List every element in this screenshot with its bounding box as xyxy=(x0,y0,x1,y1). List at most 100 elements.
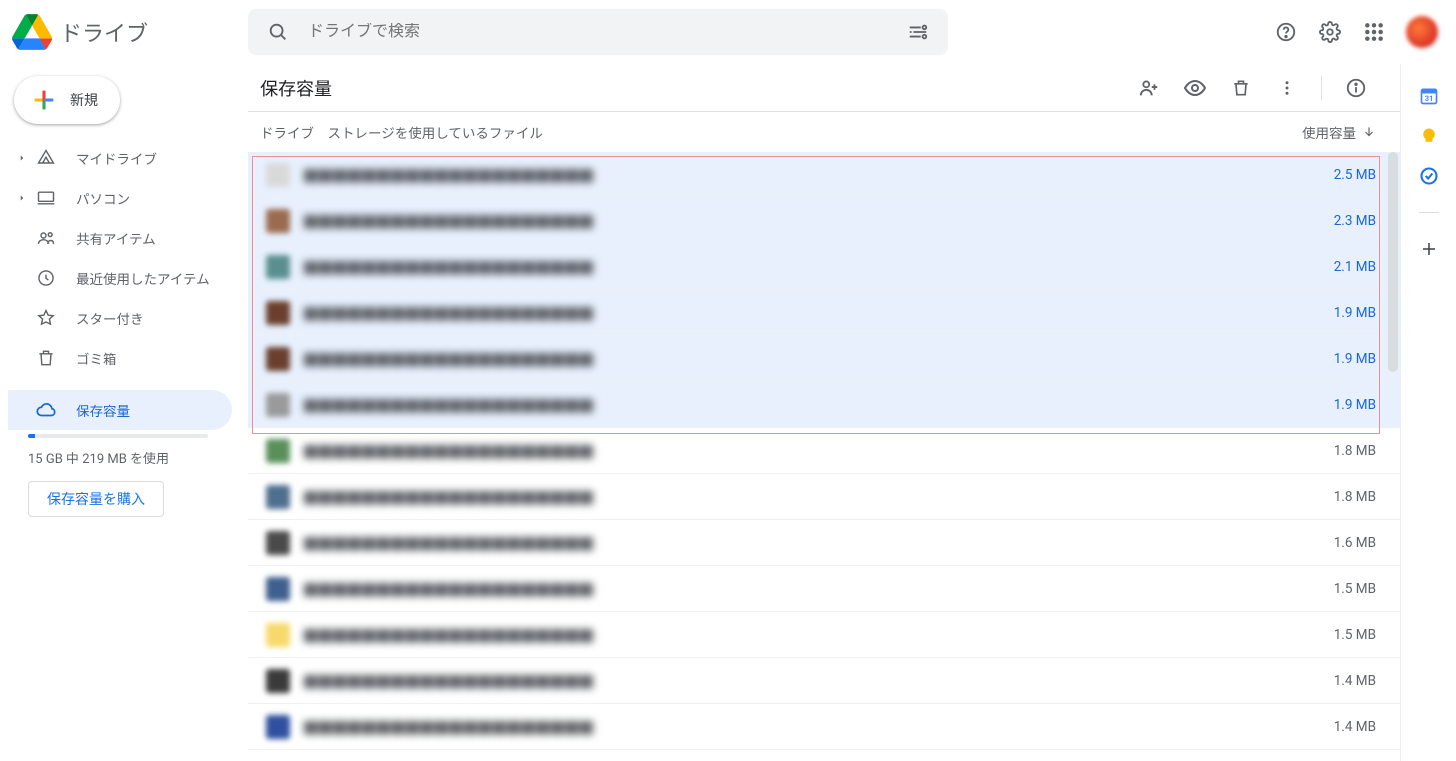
search-options-icon[interactable] xyxy=(898,12,938,52)
help-icon[interactable] xyxy=(1266,12,1306,52)
svg-text:31: 31 xyxy=(1424,94,1433,103)
storage-progress xyxy=(28,434,208,438)
mydrive-icon xyxy=(32,148,60,168)
file-name: ████████████████████ xyxy=(304,211,1246,231)
action-icons xyxy=(1129,68,1376,108)
file-row[interactable]: ████████████████████1.9 MB xyxy=(248,290,1400,336)
side-divider xyxy=(1419,212,1439,213)
file-row[interactable]: ████████████████████1.4 MB xyxy=(248,658,1400,704)
sidebar-item-label: 最近使用したアイテム xyxy=(76,268,210,288)
file-name: ████████████████████ xyxy=(304,533,1246,553)
search-input[interactable] xyxy=(308,23,888,41)
sidebar-item-label: 保存容量 xyxy=(76,400,130,420)
new-button[interactable]: 新規 xyxy=(14,76,120,124)
file-name: ████████████████████ xyxy=(304,395,1246,415)
computer-icon xyxy=(32,188,60,208)
search-icon[interactable] xyxy=(258,12,298,52)
file-thumbnail xyxy=(266,347,290,371)
header-right xyxy=(1266,12,1448,52)
sidebar-item-computer[interactable]: パソコン xyxy=(8,178,232,218)
file-row[interactable]: ████████████████████1.8 MB xyxy=(248,428,1400,474)
keep-app-icon[interactable] xyxy=(1419,126,1439,146)
file-size: 1.9 MB xyxy=(1246,397,1376,413)
add-app-icon[interactable] xyxy=(1419,239,1439,259)
file-thumbnail xyxy=(266,439,290,463)
file-name: ████████████████████ xyxy=(304,303,1246,323)
file-name: ████████████████████ xyxy=(304,441,1246,461)
file-row[interactable]: ████████████████████1.9 MB xyxy=(248,382,1400,428)
file-row[interactable]: ████████████████████2.3 MB xyxy=(248,198,1400,244)
scrollbar[interactable] xyxy=(1386,152,1400,752)
delete-icon[interactable] xyxy=(1221,68,1261,108)
file-row[interactable]: ████████████████████1.6 MB xyxy=(248,520,1400,566)
file-thumbnail xyxy=(266,531,290,555)
file-size: 2.1 MB xyxy=(1246,259,1376,275)
file-size: 2.3 MB xyxy=(1246,213,1376,229)
shared-icon xyxy=(32,228,60,248)
more-vert-icon[interactable] xyxy=(1267,68,1307,108)
brand[interactable]: ドライブ xyxy=(12,12,248,52)
col-size[interactable]: 使用容量 xyxy=(1246,122,1376,142)
main: 保存容量 ドライブ ストレージを使用しているファイル 使用容量 ████████… xyxy=(248,64,1400,761)
file-row[interactable]: ████████████████████2.1 MB xyxy=(248,244,1400,290)
info-icon[interactable] xyxy=(1336,68,1376,108)
trash-icon xyxy=(32,348,60,368)
file-thumbnail xyxy=(266,301,290,325)
search xyxy=(248,9,948,55)
recent-icon xyxy=(32,268,60,288)
sidebar-item-star[interactable]: スター付き xyxy=(8,298,232,338)
avatar[interactable] xyxy=(1406,16,1438,48)
star-icon xyxy=(32,308,60,328)
apps-grid-icon[interactable] xyxy=(1354,12,1394,52)
buy-storage-button[interactable]: 保存容量を購入 xyxy=(28,481,164,517)
section-head: 保存容量 xyxy=(248,64,1400,112)
new-button-label: 新規 xyxy=(70,90,98,110)
file-size: 1.5 MB xyxy=(1246,581,1376,597)
arrow-down-icon xyxy=(1362,125,1376,139)
file-thumbnail xyxy=(266,255,290,279)
sidebar-item-recent[interactable]: 最近使用したアイテム xyxy=(8,258,232,298)
storage-text: 15 GB 中 219 MB を使用 xyxy=(28,448,240,467)
settings-icon[interactable] xyxy=(1310,12,1350,52)
file-row[interactable]: ████████████████████1.9 MB xyxy=(248,336,1400,382)
file-row[interactable]: ████████████████████1.4 MB xyxy=(248,704,1400,750)
sidebar-item-trash[interactable]: ゴミ箱 xyxy=(8,338,232,378)
file-size: 2.5 MB xyxy=(1246,167,1376,183)
file-thumbnail xyxy=(266,485,290,509)
file-row[interactable]: ████████████████████1.8 MB xyxy=(248,474,1400,520)
file-name: ████████████████████ xyxy=(304,579,1246,599)
side-panel: 31 xyxy=(1400,64,1456,761)
file-name: ████████████████████ xyxy=(304,671,1246,691)
nav: マイドライブパソコン共有アイテム最近使用したアイテムスター付きゴミ箱保存容量 xyxy=(8,138,240,430)
file-thumbnail xyxy=(266,623,290,647)
file-name: ████████████████████ xyxy=(304,487,1246,507)
tasks-app-icon[interactable] xyxy=(1419,166,1439,186)
file-name: ████████████████████ xyxy=(304,717,1246,737)
cloud-icon xyxy=(32,399,60,421)
sidebar-item-cloud[interactable]: 保存容量 xyxy=(8,390,232,430)
file-row[interactable]: ████████████████████1.5 MB xyxy=(248,612,1400,658)
file-row[interactable]: ████████████████████1.5 MB xyxy=(248,566,1400,612)
sidebar-item-mydrive[interactable]: マイドライブ xyxy=(8,138,232,178)
file-name: ████████████████████ xyxy=(304,165,1246,185)
sidebar-item-label: スター付き xyxy=(76,308,144,328)
file-size: 1.4 MB xyxy=(1246,719,1376,735)
file-thumbnail xyxy=(266,715,290,739)
sidebar-item-shared[interactable]: 共有アイテム xyxy=(8,218,232,258)
sidebar-item-label: ゴミ箱 xyxy=(76,348,117,368)
file-name: ████████████████████ xyxy=(304,625,1246,645)
drive-logo-icon xyxy=(12,12,52,52)
calendar-app-icon[interactable]: 31 xyxy=(1419,86,1439,106)
plus-icon xyxy=(30,86,58,114)
col-name: ドライブ ストレージを使用しているファイル xyxy=(260,122,1246,142)
preview-icon[interactable] xyxy=(1175,68,1215,108)
sidebar-item-label: パソコン xyxy=(76,188,130,208)
file-thumbnail xyxy=(266,209,290,233)
file-thumbnail xyxy=(266,577,290,601)
sidebar: 新規 マイドライブパソコン共有アイテム最近使用したアイテムスター付きゴミ箱保存容… xyxy=(0,64,248,761)
chevron-right-icon xyxy=(16,193,28,203)
divider xyxy=(1321,76,1322,100)
search-box[interactable] xyxy=(248,9,948,55)
file-row[interactable]: ████████████████████2.5 MB xyxy=(248,152,1400,198)
share-icon[interactable] xyxy=(1129,68,1169,108)
